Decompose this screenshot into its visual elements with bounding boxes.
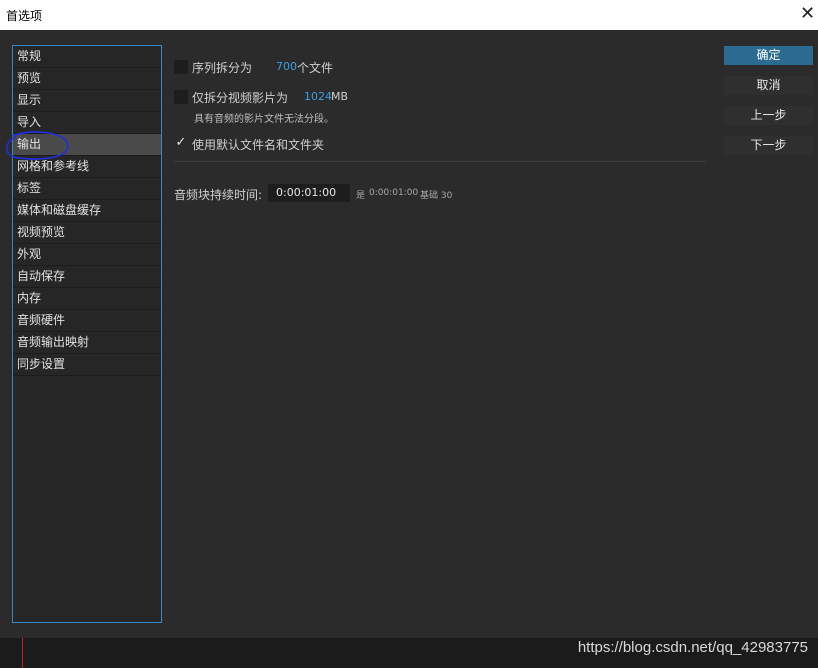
sidebar-item-output[interactable]: 输出	[13, 134, 161, 156]
ok-button[interactable]: 确定	[724, 46, 813, 65]
sidebar-item-media-cache[interactable]: 媒体和磁盘缓存	[13, 200, 161, 222]
audio-block-duration-input[interactable]: 0:00:01:00	[268, 184, 350, 202]
audio-block-equivalent: 0:00:01:00	[369, 188, 419, 198]
use-default-names-checkbox[interactable]: ✓	[174, 136, 188, 150]
close-icon[interactable]: ✕	[800, 4, 818, 26]
sidebar-item-labels[interactable]: 标签	[13, 178, 161, 200]
playhead-line	[22, 638, 23, 668]
audio-block-is: 是	[356, 191, 366, 201]
split-video-label: 仅拆分视频影片为	[192, 91, 289, 105]
sidebar-item-preview[interactable]: 预览	[13, 68, 161, 90]
split-sequence-unit: 个文件	[297, 61, 334, 75]
sidebar-item-grid-guides[interactable]: 网格和参考线	[13, 156, 161, 178]
split-video-value[interactable]: 1024	[304, 90, 332, 103]
sidebar-item-appearance[interactable]: 外观	[13, 244, 161, 266]
split-video-checkbox[interactable]	[174, 90, 188, 104]
next-button[interactable]: 下一步	[724, 136, 813, 155]
split-video-note: 具有音频的影片文件无法分段。	[194, 114, 334, 125]
sidebar-item-audio-hardware[interactable]: 音频硬件	[13, 310, 161, 332]
split-sequence-checkbox[interactable]	[174, 60, 188, 74]
sidebar-item-general[interactable]: 常规	[13, 46, 161, 68]
title-bar: 首选项 ✕	[0, 0, 818, 30]
sidebar-item-video-preview[interactable]: 视频预览	[13, 222, 161, 244]
sidebar-item-sync-settings[interactable]: 同步设置	[13, 354, 161, 376]
audio-block-label: 音频块持续时间:	[174, 188, 263, 202]
cancel-button[interactable]: 取消	[724, 76, 813, 95]
watermark-text: https://blog.csdn.net/qq_42983775	[577, 639, 808, 656]
preferences-dialog: 常规 预览 显示 导入 输出 网格和参考线 标签 媒体和磁盘缓存 视频预览 外观…	[0, 30, 818, 638]
sidebar-item-audio-output-mapping[interactable]: 音频输出映射	[13, 332, 161, 354]
window-title: 首选项	[6, 9, 43, 23]
sidebar-item-display[interactable]: 显示	[13, 90, 161, 112]
audio-block-timebase: 基础 30	[420, 191, 453, 201]
section-divider	[174, 161, 706, 162]
split-sequence-label: 序列拆分为	[192, 61, 253, 75]
sidebar-item-autosave[interactable]: 自动保存	[13, 266, 161, 288]
split-video-unit: MB	[331, 90, 349, 103]
sidebar-item-memory[interactable]: 内存	[13, 288, 161, 310]
sidebar-item-import[interactable]: 导入	[13, 112, 161, 134]
category-list: 常规 预览 显示 导入 输出 网格和参考线 标签 媒体和磁盘缓存 视频预览 外观…	[12, 45, 162, 623]
use-default-names-label: 使用默认文件名和文件夹	[192, 138, 325, 152]
previous-button[interactable]: 上一步	[724, 106, 813, 125]
split-sequence-value[interactable]: 700	[276, 60, 297, 73]
